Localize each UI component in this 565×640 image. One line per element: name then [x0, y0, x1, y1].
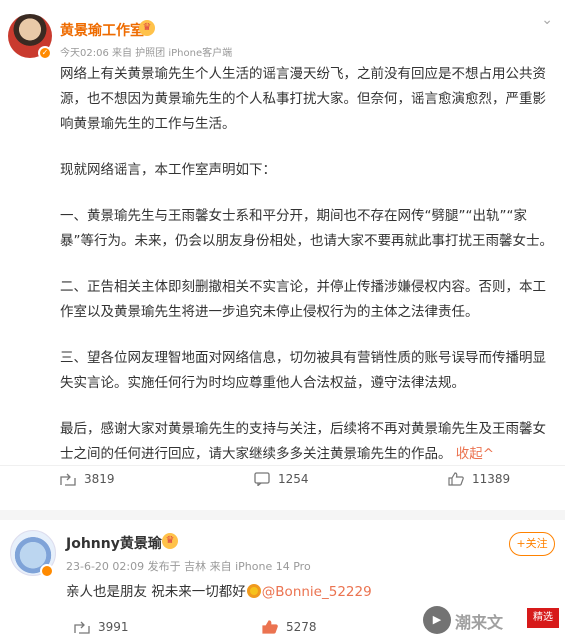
- post-card-studio: ✓ 黄景瑜工作室 ♛ 今天02:06 来自 护照团 iPhone客户端 ⌄ 网络…: [0, 0, 565, 500]
- crown-icon: ♛: [139, 20, 155, 36]
- repost-button[interactable]: 3819: [60, 472, 115, 486]
- watermark-stamp: 精选: [527, 608, 559, 628]
- repost-button[interactable]: 3991: [74, 620, 129, 634]
- like-button[interactable]: 5278: [262, 620, 317, 634]
- crown-icon: ♛: [162, 533, 178, 549]
- post-paragraph-last: 最后，感谢大家对黄景瑜先生的支持与关注，后续将不再对黄景瑜先生及王雨馨女士之间的…: [60, 417, 558, 467]
- post-meta: 23-6-20 02:09 发布于 吉林 来自 iPhone 14 Pro: [66, 560, 311, 573]
- post-body: 网络上有关黄景瑜先生个人生活的谣言漫天纷飞，之前没有回应是不想占用公共资源，也不…: [60, 62, 558, 467]
- comment-icon: [254, 472, 270, 486]
- post-paragraph: 三、望各位网友理智地面对网络信息，切勿被具有营销性质的账号误导而传播明显失实言论…: [60, 350, 546, 391]
- mention-link[interactable]: @Bonnie_52229: [262, 584, 372, 600]
- like-icon: [448, 472, 464, 486]
- repost-count: 3819: [84, 472, 115, 486]
- verified-icon: [40, 564, 54, 578]
- comment-count: 1254: [278, 472, 309, 486]
- like-count: 5278: [286, 620, 317, 634]
- action-bar: 3819 1254 11389: [0, 465, 565, 495]
- post-paragraph: 现就网络谣言，本工作室声明如下：: [60, 162, 276, 178]
- repost-icon: [60, 473, 76, 486]
- like-button[interactable]: 11389: [448, 472, 510, 486]
- post-paragraph: 二、正告相关主体即刻删撤相关不实言论，并停止传播涉嫌侵权内容。否则，本工作室以及…: [60, 279, 546, 320]
- watermark-text: 潮来文: [455, 613, 504, 632]
- author-name[interactable]: 黄景瑜工作室: [60, 20, 144, 40]
- like-icon: [262, 620, 278, 634]
- comment-button[interactable]: 1254: [254, 472, 309, 486]
- post-paragraph: 一、黄景瑜先生与王雨馨女士系和平分开，期间也不存在网传“劈腿”“出轨”“家暴”等…: [60, 208, 553, 249]
- collapse-link[interactable]: 收起^: [456, 446, 494, 462]
- post-meta: 今天02:06 来自 护照团 iPhone客户端: [60, 48, 233, 59]
- verified-icon: ✓: [38, 46, 52, 60]
- post-body: 亲人也是朋友 祝未来一切都好 @Bonnie_52229: [66, 580, 372, 600]
- repost-count: 3991: [98, 620, 129, 634]
- post-paragraph: 网络上有关黄景瑜先生个人生活的谣言漫天纷飞，之前没有回应是不想占用公共资源，也不…: [60, 66, 546, 132]
- follow-button[interactable]: +关注: [509, 532, 555, 556]
- play-icon[interactable]: ▶: [423, 606, 451, 634]
- post-text: 亲人也是朋友 祝未来一切都好: [66, 584, 246, 600]
- like-count: 11389: [472, 472, 511, 486]
- watermark: ▶ 潮来文 精选: [423, 606, 561, 636]
- sunflower-icon: [246, 584, 261, 598]
- chevron-down-icon[interactable]: ⌄: [541, 12, 553, 28]
- author-name[interactable]: Johnny黄景瑜: [66, 533, 162, 553]
- repost-icon: [74, 621, 90, 634]
